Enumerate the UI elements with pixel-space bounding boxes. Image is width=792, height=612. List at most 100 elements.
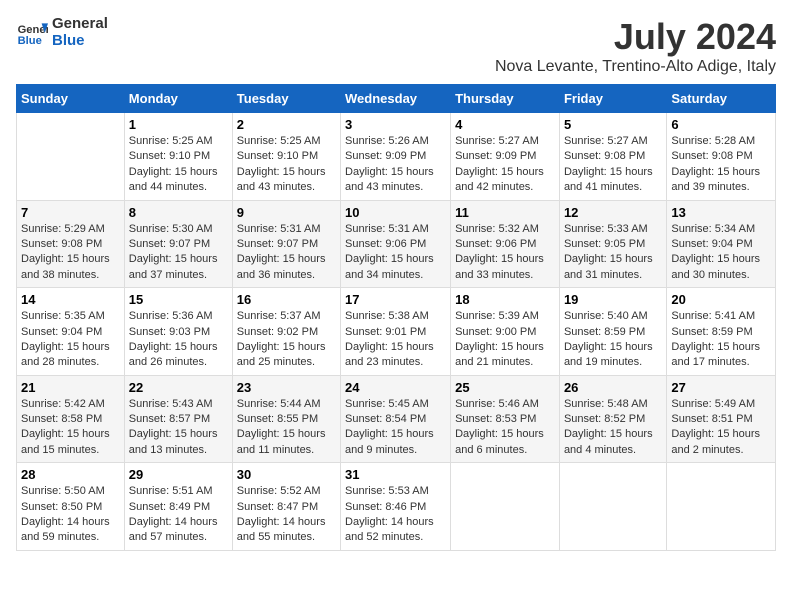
day-number: 23 — [237, 380, 336, 395]
day-info: Sunrise: 5:30 AM Sunset: 9:07 PM Dayligh… — [129, 222, 228, 284]
day-info: Sunrise: 5:39 AM Sunset: 9:00 PM Dayligh… — [455, 309, 555, 371]
day-number: 27 — [671, 380, 771, 395]
day-number: 25 — [455, 380, 555, 395]
day-number: 9 — [237, 205, 336, 220]
day-number: 12 — [564, 205, 662, 220]
logo: General Blue General Blue — [16, 16, 108, 49]
logo-line1: General — [52, 16, 108, 33]
day-info: Sunrise: 5:25 AM Sunset: 9:10 PM Dayligh… — [129, 134, 228, 196]
calendar-week-4: 21 Sunrise: 5:42 AM Sunset: 8:58 PM Dayli… — [17, 375, 776, 463]
header-tuesday: Tuesday — [232, 85, 340, 113]
day-info: Sunrise: 5:31 AM Sunset: 9:07 PM Dayligh… — [237, 222, 336, 284]
day-number: 10 — [345, 205, 446, 220]
day-number: 31 — [345, 467, 446, 482]
day-info: Sunrise: 5:25 AM Sunset: 9:10 PM Dayligh… — [237, 134, 336, 196]
day-number: 13 — [671, 205, 771, 220]
calendar-cell: 4 Sunrise: 5:27 AM Sunset: 9:09 PM Daylig… — [451, 113, 560, 201]
calendar-cell: 2 Sunrise: 5:25 AM Sunset: 9:10 PM Daylig… — [232, 113, 340, 201]
day-info: Sunrise: 5:43 AM Sunset: 8:57 PM Dayligh… — [129, 397, 228, 459]
day-info: Sunrise: 5:34 AM Sunset: 9:04 PM Dayligh… — [671, 222, 771, 284]
location-title: Nova Levante, Trentino-Alto Adige, Italy — [495, 58, 776, 76]
calendar-header-row: SundayMondayTuesdayWednesdayThursdayFrid… — [17, 85, 776, 113]
day-info: Sunrise: 5:28 AM Sunset: 9:08 PM Dayligh… — [671, 134, 771, 196]
day-number: 7 — [21, 205, 120, 220]
calendar-cell: 10 Sunrise: 5:31 AM Sunset: 9:06 PM Dayli… — [341, 200, 451, 288]
day-number: 4 — [455, 117, 555, 132]
day-number: 17 — [345, 292, 446, 307]
day-number: 18 — [455, 292, 555, 307]
day-number: 19 — [564, 292, 662, 307]
calendar-cell: 9 Sunrise: 5:31 AM Sunset: 9:07 PM Daylig… — [232, 200, 340, 288]
day-info: Sunrise: 5:48 AM Sunset: 8:52 PM Dayligh… — [564, 397, 662, 459]
day-number: 8 — [129, 205, 228, 220]
calendar-cell: 24 Sunrise: 5:45 AM Sunset: 8:54 PM Dayli… — [341, 375, 451, 463]
header-thursday: Thursday — [451, 85, 560, 113]
header-friday: Friday — [559, 85, 666, 113]
calendar-week-3: 14 Sunrise: 5:35 AM Sunset: 9:04 PM Dayli… — [17, 288, 776, 376]
day-info: Sunrise: 5:27 AM Sunset: 9:09 PM Dayligh… — [455, 134, 555, 196]
calendar-week-1: 1 Sunrise: 5:25 AM Sunset: 9:10 PM Daylig… — [17, 113, 776, 201]
calendar-cell: 13 Sunrise: 5:34 AM Sunset: 9:04 PM Dayli… — [667, 200, 776, 288]
header-monday: Monday — [124, 85, 232, 113]
day-number: 3 — [345, 117, 446, 132]
day-number: 24 — [345, 380, 446, 395]
day-info: Sunrise: 5:46 AM Sunset: 8:53 PM Dayligh… — [455, 397, 555, 459]
calendar-cell: 11 Sunrise: 5:32 AM Sunset: 9:06 PM Dayli… — [451, 200, 560, 288]
header: General Blue General Blue July 2024 Nova… — [16, 16, 776, 76]
calendar-cell: 14 Sunrise: 5:35 AM Sunset: 9:04 PM Dayli… — [17, 288, 125, 376]
calendar-cell — [667, 463, 776, 551]
day-info: Sunrise: 5:53 AM Sunset: 8:46 PM Dayligh… — [345, 484, 446, 546]
day-info: Sunrise: 5:37 AM Sunset: 9:02 PM Dayligh… — [237, 309, 336, 371]
day-info: Sunrise: 5:52 AM Sunset: 8:47 PM Dayligh… — [237, 484, 336, 546]
day-info: Sunrise: 5:35 AM Sunset: 9:04 PM Dayligh… — [21, 309, 120, 371]
day-info: Sunrise: 5:41 AM Sunset: 8:59 PM Dayligh… — [671, 309, 771, 371]
day-info: Sunrise: 5:36 AM Sunset: 9:03 PM Dayligh… — [129, 309, 228, 371]
header-saturday: Saturday — [667, 85, 776, 113]
calendar-cell: 16 Sunrise: 5:37 AM Sunset: 9:02 PM Dayli… — [232, 288, 340, 376]
day-number: 5 — [564, 117, 662, 132]
logo-icon: General Blue — [16, 17, 48, 49]
svg-text:Blue: Blue — [18, 35, 42, 47]
day-number: 11 — [455, 205, 555, 220]
calendar-cell: 19 Sunrise: 5:40 AM Sunset: 8:59 PM Dayli… — [559, 288, 666, 376]
day-info: Sunrise: 5:49 AM Sunset: 8:51 PM Dayligh… — [671, 397, 771, 459]
calendar-cell: 29 Sunrise: 5:51 AM Sunset: 8:49 PM Dayli… — [124, 463, 232, 551]
day-number: 2 — [237, 117, 336, 132]
day-info: Sunrise: 5:51 AM Sunset: 8:49 PM Dayligh… — [129, 484, 228, 546]
day-info: Sunrise: 5:45 AM Sunset: 8:54 PM Dayligh… — [345, 397, 446, 459]
day-number: 14 — [21, 292, 120, 307]
day-number: 28 — [21, 467, 120, 482]
day-info: Sunrise: 5:38 AM Sunset: 9:01 PM Dayligh… — [345, 309, 446, 371]
day-info: Sunrise: 5:31 AM Sunset: 9:06 PM Dayligh… — [345, 222, 446, 284]
day-info: Sunrise: 5:26 AM Sunset: 9:09 PM Dayligh… — [345, 134, 446, 196]
day-number: 30 — [237, 467, 336, 482]
day-info: Sunrise: 5:32 AM Sunset: 9:06 PM Dayligh… — [455, 222, 555, 284]
day-number: 16 — [237, 292, 336, 307]
calendar-cell — [451, 463, 560, 551]
day-number: 29 — [129, 467, 228, 482]
calendar-cell: 17 Sunrise: 5:38 AM Sunset: 9:01 PM Dayli… — [341, 288, 451, 376]
day-info: Sunrise: 5:33 AM Sunset: 9:05 PM Dayligh… — [564, 222, 662, 284]
day-number: 21 — [21, 380, 120, 395]
month-title: July 2024 — [495, 16, 776, 58]
calendar-cell — [559, 463, 666, 551]
calendar-cell: 30 Sunrise: 5:52 AM Sunset: 8:47 PM Dayli… — [232, 463, 340, 551]
calendar-cell: 12 Sunrise: 5:33 AM Sunset: 9:05 PM Dayli… — [559, 200, 666, 288]
day-number: 1 — [129, 117, 228, 132]
calendar-week-5: 28 Sunrise: 5:50 AM Sunset: 8:50 PM Dayli… — [17, 463, 776, 551]
calendar-cell: 5Sunrise: 5:27 AM Sunset: 9:08 PM Daylig… — [559, 113, 666, 201]
day-info: Sunrise: 5:50 AM Sunset: 8:50 PM Dayligh… — [21, 484, 120, 546]
calendar-cell: 7 Sunrise: 5:29 AM Sunset: 9:08 PM Daylig… — [17, 200, 125, 288]
day-info: Sunrise: 5:40 AM Sunset: 8:59 PM Dayligh… — [564, 309, 662, 371]
calendar-cell: 8 Sunrise: 5:30 AM Sunset: 9:07 PM Daylig… — [124, 200, 232, 288]
calendar-cell — [17, 113, 125, 201]
header-wednesday: Wednesday — [341, 85, 451, 113]
day-number: 22 — [129, 380, 228, 395]
calendar-cell: 20Sunrise: 5:41 AM Sunset: 8:59 PM Dayli… — [667, 288, 776, 376]
calendar-table: SundayMondayTuesdayWednesdayThursdayFrid… — [16, 84, 776, 551]
logo-line2: Blue — [52, 33, 108, 50]
day-info: Sunrise: 5:44 AM Sunset: 8:55 PM Dayligh… — [237, 397, 336, 459]
day-info: Sunrise: 5:42 AM Sunset: 8:58 PM Dayligh… — [21, 397, 120, 459]
day-info: Sunrise: 5:29 AM Sunset: 9:08 PM Dayligh… — [21, 222, 120, 284]
calendar-cell: 6Sunrise: 5:28 AM Sunset: 9:08 PM Daylig… — [667, 113, 776, 201]
